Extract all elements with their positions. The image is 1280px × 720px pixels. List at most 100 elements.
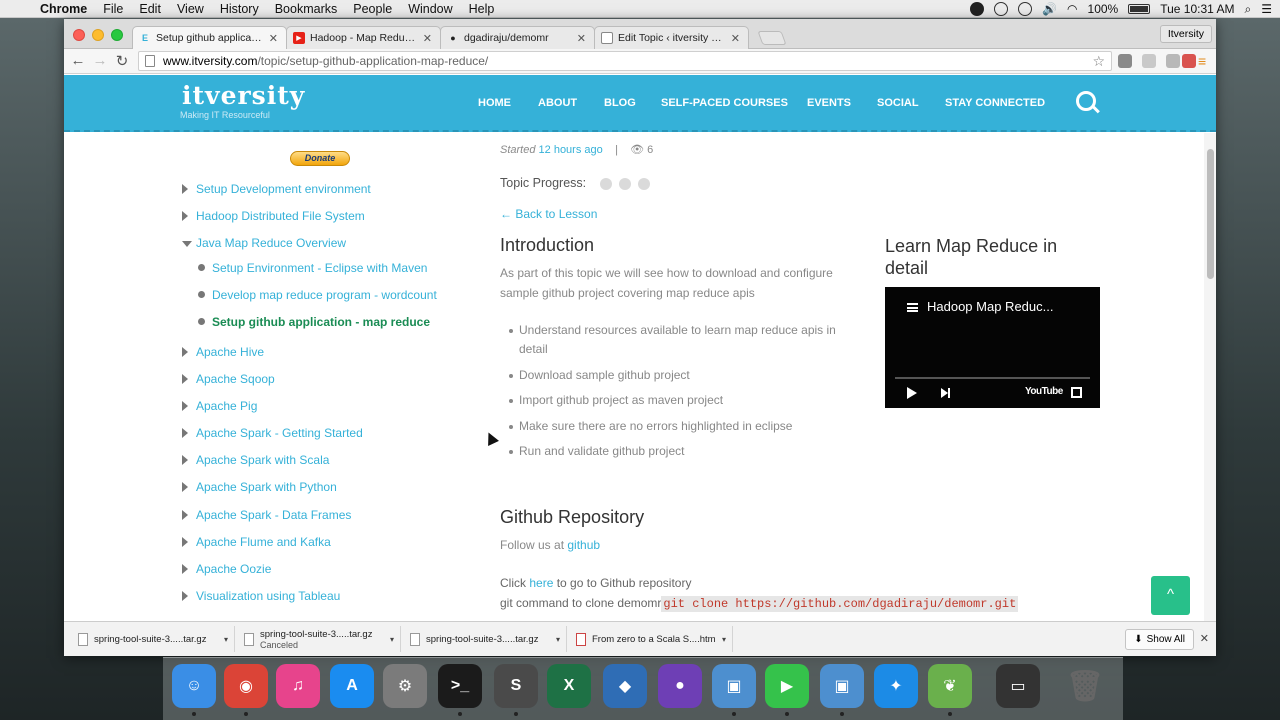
skype-status-icon[interactable]	[970, 2, 985, 16]
page-info-icon[interactable]	[145, 55, 155, 67]
chevron-down-icon[interactable]: ▾	[390, 635, 400, 644]
sidebar-subitem-wordcount[interactable]: Develop map reduce program - wordcount	[212, 288, 437, 302]
photo-icon[interactable]: ▣	[820, 664, 864, 708]
youtube-video-embed[interactable]: Hadoop Map Reduc... YouTube	[885, 287, 1100, 408]
playlist-icon[interactable]	[907, 303, 918, 312]
close-tab-icon[interactable]: ✕	[423, 32, 432, 45]
caret-right-icon[interactable]	[182, 374, 188, 384]
nav-stay-connected[interactable]: STAY CONNECTED	[945, 97, 1045, 109]
close-tab-icon[interactable]: ✕	[731, 32, 740, 45]
caret-right-icon[interactable]	[182, 347, 188, 357]
sidebar-item-setup-dev-env[interactable]: Setup Development environment	[196, 182, 371, 196]
tab-github-demomr[interactable]: ● dgadiraju/demomr ✕	[440, 26, 595, 49]
extension-icon[interactable]	[1142, 54, 1156, 68]
video-title[interactable]: Hadoop Map Reduc...	[927, 299, 1053, 314]
bookmark-star-icon[interactable]: ☆	[1092, 53, 1105, 70]
page-scrollbar-thumb[interactable]	[1207, 149, 1214, 279]
extension-icon[interactable]	[1118, 54, 1132, 68]
sidebar-item-spark-getting-started[interactable]: Apache Spark - Getting Started	[196, 426, 363, 440]
menu-view[interactable]: View	[177, 2, 204, 16]
preview-icon[interactable]: ▣	[712, 664, 756, 708]
back-arrow-icon[interactable]: ←	[68, 52, 88, 69]
nav-self-paced-courses[interactable]: SELF-PACED COURSES	[661, 97, 788, 109]
menu-people[interactable]: People	[353, 2, 392, 16]
tab-setup-github[interactable]: E Setup github application - ✕	[132, 26, 287, 49]
clock[interactable]: Tue 10:31 AM	[1160, 2, 1234, 16]
chrome-icon[interactable]: ◉	[224, 664, 268, 708]
menu-app-name[interactable]: Chrome	[40, 2, 87, 16]
todoist-extension-icon[interactable]	[1182, 54, 1196, 68]
sidebar-item-java-map-reduce[interactable]: Java Map Reduce Overview	[196, 236, 346, 250]
spotlight-icon[interactable]: ⌕	[1245, 2, 1252, 17]
caret-right-icon[interactable]	[182, 510, 188, 520]
git-clone-command[interactable]: git clone https://github.com/dgadiraju/d…	[661, 596, 1019, 612]
menu-bookmarks[interactable]: Bookmarks	[275, 2, 338, 16]
github-desktop-icon[interactable]: ●	[658, 664, 702, 708]
system-preferences-icon[interactable]: ⚙	[383, 664, 427, 708]
caret-right-icon[interactable]	[182, 482, 188, 492]
play-icon[interactable]	[907, 387, 917, 399]
caret-right-icon[interactable]	[182, 591, 188, 601]
close-shelf-icon[interactable]: ✕	[1200, 632, 1209, 645]
sidebar-item-hdfs[interactable]: Hadoop Distributed File System	[196, 209, 365, 223]
sidebar-item-spark-python[interactable]: Apache Spark with Python	[196, 480, 337, 494]
nav-blog[interactable]: BLOG	[604, 97, 636, 109]
google-drive-icon[interactable]	[994, 2, 1009, 16]
sidebar-item-sqoop[interactable]: Apache Sqoop	[196, 372, 275, 386]
tab-edit-topic[interactable]: Edit Topic ‹ itversity — Wo ✕	[594, 26, 749, 49]
menu-file[interactable]: File	[103, 2, 123, 16]
caret-right-icon[interactable]	[182, 428, 188, 438]
sidebar-subitem-eclipse-maven[interactable]: Setup Environment - Eclipse with Maven	[212, 261, 427, 275]
site-logo[interactable]: itversity	[182, 81, 305, 110]
download-item[interactable]: spring-tool-suite-3.....tar.gz ▾	[70, 626, 235, 652]
address-bar[interactable]: www.itversity.com /topic/setup-github-ap…	[138, 51, 1112, 71]
menu-history[interactable]: History	[220, 2, 259, 16]
nav-about[interactable]: ABOUT	[538, 97, 577, 109]
minimize-window-button[interactable]	[92, 29, 104, 41]
sidebar-item-spark-data-frames[interactable]: Apache Spark - Data Frames	[196, 508, 351, 522]
sidebar-item-spark-scala[interactable]: Apache Spark with Scala	[196, 453, 329, 467]
menu-window[interactable]: Window	[408, 2, 452, 16]
excel-icon[interactable]: X	[547, 664, 591, 708]
back-to-lesson-link[interactable]: ← Back to Lesson	[500, 207, 597, 221]
caret-right-icon[interactable]	[182, 184, 188, 194]
next-icon[interactable]	[941, 388, 950, 398]
sidebar-item-pig[interactable]: Apache Pig	[196, 399, 257, 413]
battery-percent[interactable]: 100%	[1088, 2, 1119, 16]
screen-share-icon[interactable]	[1018, 2, 1033, 16]
download-item[interactable]: From zero to a Scala S....htm ▾	[568, 626, 733, 652]
battery-icon[interactable]	[1128, 4, 1151, 14]
caret-right-icon[interactable]	[182, 401, 188, 411]
chevron-down-icon[interactable]: ▾	[722, 635, 732, 644]
notification-center-icon[interactable]: ☰	[1261, 2, 1272, 16]
virtualbox-icon[interactable]: ◆	[603, 664, 647, 708]
facetime-icon[interactable]: ▶	[765, 664, 809, 708]
caret-right-icon[interactable]	[182, 455, 188, 465]
caret-right-icon[interactable]	[182, 564, 188, 574]
chevron-down-icon[interactable]: ▾	[556, 635, 566, 644]
finder-icon[interactable]: ☺	[172, 664, 216, 708]
reload-icon[interactable]: ↻	[112, 52, 132, 70]
minimized-window-icon[interactable]: ▭	[996, 664, 1040, 708]
sidebar-item-hive[interactable]: Apache Hive	[196, 345, 264, 359]
show-all-downloads-button[interactable]: ⬇ Show All	[1125, 629, 1194, 650]
close-window-button[interactable]	[73, 29, 85, 41]
github-link[interactable]: github	[567, 538, 600, 552]
started-ago[interactable]: 12 hours ago	[539, 144, 603, 156]
safari-icon[interactable]: ✦	[874, 664, 918, 708]
youtube-logo-icon[interactable]: YouTube	[1025, 386, 1063, 397]
terminal-icon[interactable]: >_	[438, 664, 482, 708]
menu-help[interactable]: Help	[469, 2, 495, 16]
itunes-icon[interactable]: ♫	[276, 664, 320, 708]
fullscreen-icon[interactable]	[1071, 387, 1082, 398]
download-item[interactable]: spring-tool-suite-3.....tar.gz ▾	[402, 626, 567, 652]
sidebar-item-oozie[interactable]: Apache Oozie	[196, 562, 271, 576]
new-tab-button[interactable]	[757, 31, 787, 45]
nav-events[interactable]: EVENTS	[807, 97, 851, 109]
app-store-icon[interactable]: A	[330, 664, 374, 708]
close-tab-icon[interactable]: ✕	[269, 32, 278, 45]
video-progress-bar[interactable]	[895, 377, 1090, 379]
sidebar-item-flume-kafka[interactable]: Apache Flume and Kafka	[196, 535, 331, 549]
search-icon[interactable]	[1076, 91, 1096, 111]
wifi-icon[interactable]: ◠	[1067, 2, 1077, 16]
